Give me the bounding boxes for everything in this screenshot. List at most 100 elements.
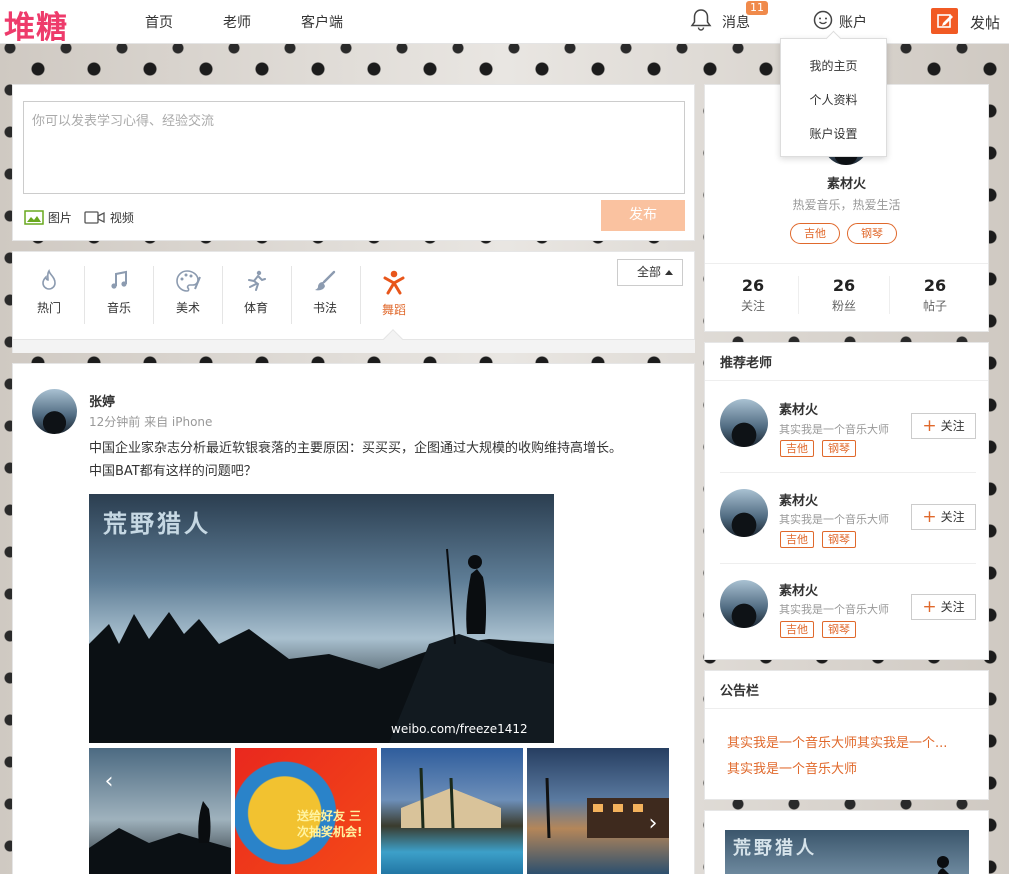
account-label: 账户 xyxy=(839,15,867,31)
post-author-name[interactable]: 张婷 xyxy=(89,391,115,410)
tab-art[interactable]: 美术 xyxy=(154,269,222,316)
new-post-label: 发帖 xyxy=(970,14,1001,32)
thumbnail-2[interactable]: 送给好友 三次抽奖机会! xyxy=(235,748,377,874)
tab-hot-label: 热门 xyxy=(36,301,61,315)
teacher-tag[interactable]: 吉他 xyxy=(780,621,814,638)
teacher-desc: 其实我是一个音乐大师 xyxy=(779,423,889,436)
tab-calligraphy[interactable]: 书法 xyxy=(291,269,359,316)
followers-label: 粉丝 xyxy=(831,299,856,313)
tab-music-label: 音乐 xyxy=(106,301,131,315)
video-label: 视频 xyxy=(109,211,134,225)
follow-button[interactable]: + 关注 xyxy=(911,413,976,439)
notice-board-panel: 公告栏 其实我是一个音乐大师其实我是一个... 其实我是一个音乐大师 xyxy=(704,670,989,800)
image-watermark: weibo.com/freeze1412 xyxy=(391,722,528,736)
follow-button[interactable]: + 关注 xyxy=(911,504,976,530)
tab-dance-label: 舞蹈 xyxy=(381,303,406,317)
featured-image-silhouette xyxy=(937,856,949,874)
poster-text: 送给好友 三次抽奖机会! xyxy=(297,809,363,839)
thumbnail-3-scene xyxy=(401,767,501,829)
post-composer: 图片 视频 发布 xyxy=(12,84,695,241)
profile-tag[interactable]: 吉他 xyxy=(790,223,840,244)
tab-calligraphy-label: 书法 xyxy=(312,301,337,315)
post-main-image[interactable]: 荒野猎人 weibo.com/freeze1412 xyxy=(89,494,554,743)
add-video-button[interactable]: 视频 xyxy=(84,209,134,226)
messages-count-badge: 11 xyxy=(746,1,768,15)
previous-arrow-icon[interactable]: ‹ xyxy=(97,770,121,794)
sport-icon xyxy=(248,270,266,291)
menu-item-my-homepage[interactable]: 我的主页 xyxy=(781,57,886,74)
section-divider xyxy=(705,380,988,381)
section-title: 推荐老师 xyxy=(720,356,773,371)
dance-icon xyxy=(383,270,405,295)
thumbnail-4[interactable]: › xyxy=(527,748,669,874)
teacher-tag[interactable]: 钢琴 xyxy=(822,440,856,457)
featured-image[interactable]: 荒野猎人 xyxy=(725,830,969,874)
teacher-name[interactable]: 素材火 xyxy=(779,580,818,599)
teacher-tag[interactable]: 吉他 xyxy=(780,440,814,457)
follow-button[interactable]: + 关注 xyxy=(911,594,976,620)
tab-indicator-band xyxy=(13,339,695,353)
teacher-name[interactable]: 素材火 xyxy=(779,399,818,418)
nav-client-link[interactable]: 客户端 xyxy=(301,12,343,32)
post-meta: 12分钟前 来自 iPhone xyxy=(89,415,213,429)
notice-link[interactable]: 其实我是一个音乐大师 xyxy=(727,758,857,777)
video-icon xyxy=(84,211,105,224)
following-label: 关注 xyxy=(740,299,765,313)
tab-music[interactable]: 音乐 xyxy=(85,269,153,316)
smiley-icon xyxy=(813,10,833,30)
new-post-button[interactable]: 发帖 xyxy=(931,7,1009,37)
following-count: 26 xyxy=(741,276,765,295)
image-title-text: 荒野猎人 xyxy=(103,509,211,538)
recommended-teachers-panel: 推荐老师 素材火 其实我是一个音乐大师 吉他 钢琴 + 关注 素材火 其实我是一个… xyxy=(704,342,989,660)
section-divider xyxy=(705,708,988,709)
site-logo[interactable]: 堆糖 xyxy=(4,2,68,47)
follow-label: 关注 xyxy=(940,600,965,614)
post-input[interactable] xyxy=(23,101,685,194)
feed-post: 张婷 12分钟前 来自 iPhone 中国企业家杂志分析最近软银衰落的主要原因：… xyxy=(12,363,695,874)
next-arrow-icon[interactable]: › xyxy=(643,812,663,836)
filter-dropdown[interactable]: 全部 xyxy=(617,259,683,286)
section-title: 公告栏 xyxy=(720,684,760,699)
teacher-tag[interactable]: 钢琴 xyxy=(822,531,856,548)
nav-teachers-link[interactable]: 老师 xyxy=(223,12,251,32)
music-note-icon xyxy=(111,270,127,289)
caret-up-icon xyxy=(665,270,673,275)
image-label: 图片 xyxy=(47,211,72,225)
thumbnail-3[interactable] xyxy=(381,748,523,874)
teacher-name[interactable]: 素材火 xyxy=(779,490,818,509)
add-image-button[interactable]: 图片 xyxy=(24,209,72,226)
follow-label: 关注 xyxy=(940,510,965,524)
teacher-avatar[interactable] xyxy=(720,489,768,537)
category-tabs: 热门 音乐 美术 体育 书法 舞蹈 全部 xyxy=(12,251,695,353)
plus-icon: + xyxy=(922,597,937,617)
teacher-tag[interactable]: 钢琴 xyxy=(822,621,856,638)
profile-bio: 热爱音乐，热爱生活 xyxy=(792,198,901,212)
notice-link[interactable]: 其实我是一个音乐大师其实我是一个... xyxy=(727,732,947,751)
profile-tag[interactable]: 钢琴 xyxy=(847,223,897,244)
publish-button[interactable]: 发布 xyxy=(601,200,685,231)
followers-count: 26 xyxy=(832,276,856,295)
tab-hot[interactable]: 热门 xyxy=(15,269,83,316)
flame-icon xyxy=(42,269,56,290)
menu-item-profile[interactable]: 个人资料 xyxy=(781,91,886,108)
nav-home-link[interactable]: 首页 xyxy=(145,12,173,32)
thumbnail-1[interactable]: ‹ xyxy=(89,748,231,874)
menu-item-account-settings[interactable]: 账户设置 xyxy=(781,125,886,142)
tab-sports-label: 体育 xyxy=(243,301,268,315)
teacher-tag[interactable]: 吉他 xyxy=(780,531,814,548)
tab-sports[interactable]: 体育 xyxy=(222,269,290,316)
teacher-avatar[interactable] xyxy=(720,399,768,447)
author-avatar[interactable] xyxy=(32,389,77,434)
bell-icon xyxy=(690,9,712,31)
filter-selected-value: 全部 xyxy=(637,265,662,279)
edit-icon xyxy=(931,8,958,34)
stat-divider xyxy=(889,276,890,314)
palette-icon xyxy=(176,270,201,292)
brush-icon xyxy=(315,270,336,291)
teacher-avatar[interactable] xyxy=(720,580,768,628)
post-text-line-2: 中国BAT都有这样的问题吧？ xyxy=(89,464,257,479)
profile-name[interactable]: 素材火 xyxy=(705,173,988,192)
profile-divider xyxy=(705,263,988,264)
teacher-desc: 其实我是一个音乐大师 xyxy=(779,603,889,616)
tab-dance[interactable]: 舞蹈 xyxy=(360,269,428,318)
